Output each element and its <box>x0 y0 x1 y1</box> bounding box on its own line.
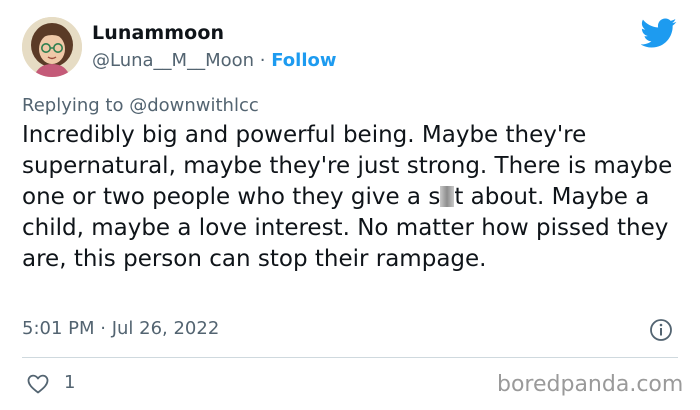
author-handle[interactable]: @Luna__M__Moon <box>92 50 254 71</box>
watermark: boredpanda.com <box>497 372 684 397</box>
tweet-timestamp[interactable]: 5:01 PM · Jul 26, 2022 <box>22 318 219 339</box>
avatar-illustration <box>22 17 82 77</box>
info-icon[interactable] <box>649 318 673 342</box>
tweet-text: Incredibly big and powerful being. Maybe… <box>22 120 682 275</box>
twitter-bird-icon[interactable] <box>641 15 677 51</box>
like-count: 1 <box>64 372 76 393</box>
display-name[interactable]: Lunammoon <box>92 22 224 44</box>
separator-dot: · <box>254 50 272 71</box>
follow-button[interactable]: Follow <box>271 50 336 71</box>
censor-block <box>440 186 455 207</box>
author-handle-row: @Luna__M__Moon · Follow <box>92 50 337 71</box>
heart-icon[interactable] <box>26 372 50 396</box>
reply-mention-link[interactable]: @downwithlcc <box>129 95 259 116</box>
divider <box>22 357 678 358</box>
replying-to: Replying to @downwithlcc <box>22 95 259 116</box>
avatar[interactable] <box>22 17 82 77</box>
replying-to-label: Replying to <box>22 95 130 116</box>
